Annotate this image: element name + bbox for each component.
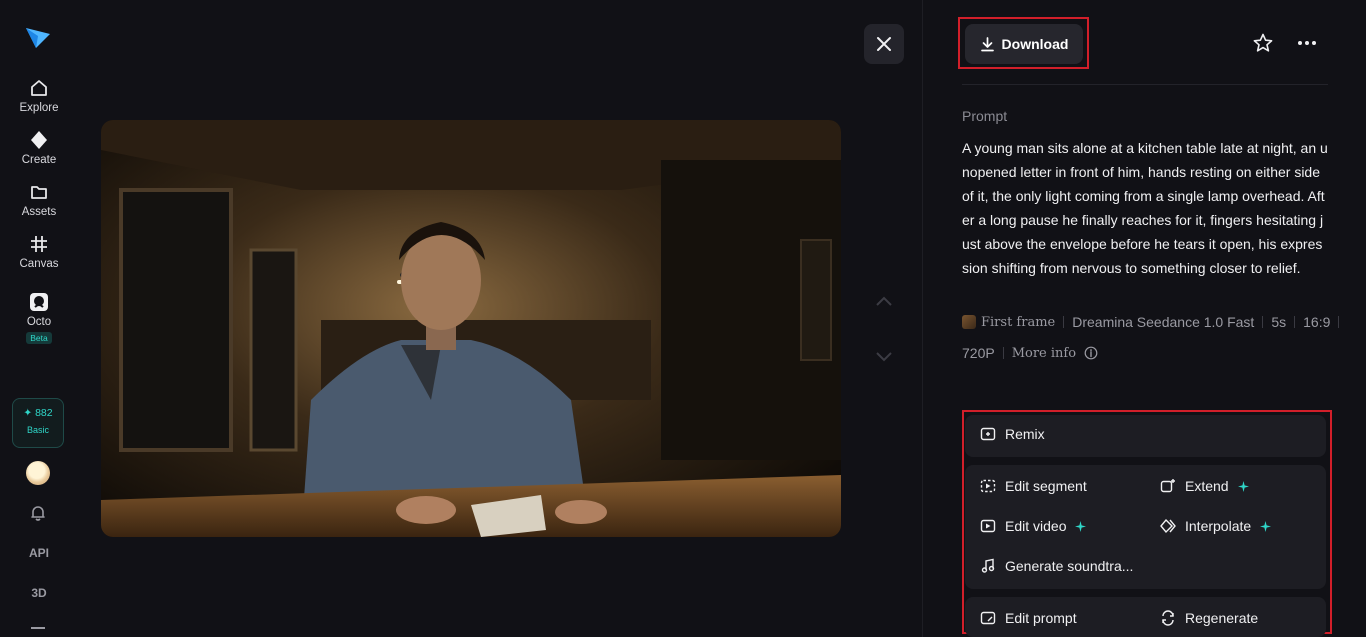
- separator: [1338, 316, 1340, 328]
- 3d-link[interactable]: 3D: [0, 586, 78, 600]
- regenerate-icon: [1162, 610, 1174, 626]
- sidebar-item-create[interactable]: Create: [0, 129, 78, 166]
- folder-icon: [31, 186, 47, 199]
- home-icon: [31, 80, 47, 96]
- panel-divider: [922, 0, 923, 637]
- sidebar: Explore Create Assets Canvas Octo Beta ✦…: [0, 0, 78, 637]
- edit-prompt-button[interactable]: Edit prompt: [980, 610, 1077, 626]
- sidebar-item-canvas[interactable]: Canvas: [0, 233, 78, 270]
- close-icon: [877, 37, 891, 51]
- menu-icon[interactable]: [31, 627, 45, 629]
- download-icon: [980, 36, 994, 51]
- info-icon[interactable]: [1084, 346, 1098, 360]
- more-icon[interactable]: [1296, 32, 1318, 54]
- remix-icon: [980, 427, 996, 441]
- beta-badge: Beta: [26, 332, 52, 344]
- generation-meta-row-2: 720P More info: [962, 345, 1098, 361]
- sparkle-icon: [1237, 480, 1249, 492]
- separator: [1262, 316, 1264, 328]
- generate-soundtrack-label: Generate soundtra...: [1005, 558, 1134, 574]
- first-frame-thumbnail: [962, 315, 976, 329]
- remix-label: Remix: [1005, 426, 1045, 442]
- download-label: Download: [1001, 36, 1069, 52]
- sparkle-icon: [1260, 520, 1272, 532]
- remix-button[interactable]: Remix: [980, 426, 1045, 442]
- close-button[interactable]: [864, 24, 904, 64]
- extend-icon: [1160, 479, 1175, 493]
- separator: [1063, 316, 1065, 328]
- interpolate-label: Interpolate: [1185, 518, 1252, 534]
- first-frame-chip[interactable]: First frame: [962, 315, 1055, 330]
- grid-icon: [31, 236, 47, 252]
- generation-meta-row: First frame Dreamina Seedance 1.0 Fast 5…: [962, 314, 1340, 330]
- prompt-label: Prompt: [962, 108, 1008, 124]
- credits-count: ✦ 882: [23, 407, 53, 419]
- header-divider: [962, 84, 1328, 85]
- edit-video-button[interactable]: Edit video: [980, 518, 1087, 534]
- resolution: 720P: [962, 345, 995, 361]
- sidebar-item-octo[interactable]: Octo Beta: [0, 291, 78, 346]
- plan-tier: Basic: [26, 425, 49, 435]
- api-link[interactable]: API: [0, 546, 78, 560]
- regenerate-button[interactable]: Regenerate: [1160, 610, 1258, 626]
- sidebar-item-explore[interactable]: Explore: [0, 77, 78, 114]
- regenerate-label: Regenerate: [1185, 610, 1259, 626]
- previous-arrow-icon[interactable]: [874, 294, 894, 308]
- edit-video-label: Edit video: [1005, 518, 1067, 534]
- edit-segment-label: Edit segment: [1005, 478, 1087, 494]
- logo-icon[interactable]: [24, 22, 52, 50]
- sidebar-item-label: Explore: [19, 102, 59, 114]
- extend-label: Extend: [1185, 478, 1229, 494]
- edit-prompt-icon: [980, 611, 996, 625]
- model-name: Dreamina Seedance 1.0 Fast: [1072, 314, 1255, 330]
- edit-prompt-label: Edit prompt: [1005, 610, 1077, 626]
- bell-icon[interactable]: [28, 503, 48, 523]
- segment-icon: [980, 479, 996, 493]
- diamond-icon: [31, 131, 47, 149]
- duration: 5s: [1271, 314, 1287, 330]
- sidebar-item-label: Canvas: [19, 258, 59, 270]
- edit-segment-button[interactable]: Edit segment: [980, 478, 1087, 494]
- video-frame-image: [101, 120, 841, 537]
- prompt-text: A young man sits alone at a kitchen tabl…: [962, 140, 1328, 276]
- credits-badge[interactable]: ✦ 882 Basic: [12, 398, 64, 448]
- music-note-icon: [981, 558, 995, 573]
- extend-button[interactable]: Extend: [1160, 478, 1249, 494]
- next-arrow-icon[interactable]: [874, 350, 894, 364]
- sparkle-icon: [1075, 520, 1087, 532]
- download-button[interactable]: Download: [965, 24, 1083, 64]
- avatar[interactable]: [26, 461, 50, 485]
- interpolate-icon: [1160, 518, 1176, 534]
- edit-video-icon: [980, 519, 996, 533]
- more-info-link[interactable]: More info: [1012, 346, 1076, 361]
- sidebar-item-label: Octo: [26, 316, 52, 328]
- separator: [1002, 347, 1004, 359]
- sidebar-item-label: Assets: [21, 206, 57, 218]
- first-frame-label: First frame: [981, 314, 1056, 330]
- sidebar-item-assets[interactable]: Assets: [0, 181, 78, 218]
- separator: [1294, 316, 1296, 328]
- interpolate-button[interactable]: Interpolate: [1160, 518, 1272, 534]
- sidebar-item-label: Create: [21, 154, 57, 166]
- octo-icon: [30, 293, 48, 311]
- generate-soundtrack-button[interactable]: Generate soundtra...: [980, 558, 1133, 574]
- video-player[interactable]: [101, 120, 841, 537]
- aspect-ratio: 16:9: [1303, 314, 1331, 330]
- star-icon[interactable]: [1252, 32, 1274, 54]
